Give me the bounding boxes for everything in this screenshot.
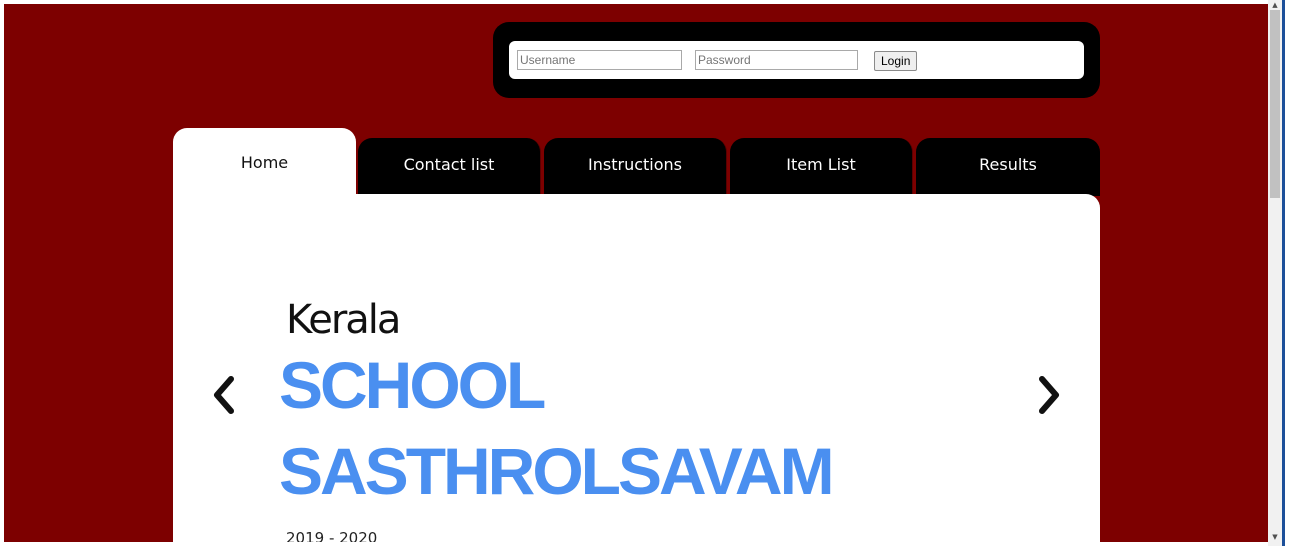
login-button[interactable]: Login bbox=[874, 51, 918, 71]
username-input[interactable] bbox=[517, 50, 682, 70]
carousel-next-button[interactable] bbox=[1034, 374, 1064, 416]
slide-title-line1: SCHOOL bbox=[279, 348, 546, 422]
slide-title-line2: SASTHROLSAVAM bbox=[279, 434, 835, 508]
scroll-down-icon[interactable]: ▼ bbox=[1268, 532, 1282, 542]
tab-contact-list[interactable]: Contact list bbox=[358, 138, 541, 196]
slide-title: SCHOOL SASTHROLSAVAM bbox=[279, 342, 835, 514]
scroll-up-icon[interactable]: ▲ bbox=[1268, 0, 1282, 10]
tab-item-list[interactable]: Item List bbox=[730, 138, 913, 196]
scroll-thumb[interactable] bbox=[1270, 10, 1280, 198]
login-bar: Login bbox=[493, 22, 1100, 98]
carousel-prev-button[interactable] bbox=[209, 374, 239, 416]
login-form: Login bbox=[509, 41, 1084, 79]
tab-instructions[interactable]: Instructions bbox=[544, 138, 727, 196]
vertical-scrollbar[interactable]: ▲ ▼ bbox=[1268, 0, 1282, 546]
page-background: Login Home Contact list Instructions Ite… bbox=[4, 4, 1268, 542]
chevron-right-icon bbox=[1039, 376, 1059, 414]
password-input[interactable] bbox=[695, 50, 858, 70]
content-panel: Kerala SCHOOL SASTHROLSAVAM 2019 - 2020 bbox=[173, 194, 1100, 542]
chevron-left-icon bbox=[214, 376, 234, 414]
tab-results[interactable]: Results bbox=[916, 138, 1100, 196]
slide-pretitle: Kerala bbox=[286, 297, 401, 343]
tab-home[interactable]: Home bbox=[173, 128, 356, 198]
window-edge bbox=[1282, 0, 1294, 546]
slide-date: 2019 - 2020 bbox=[286, 529, 378, 542]
